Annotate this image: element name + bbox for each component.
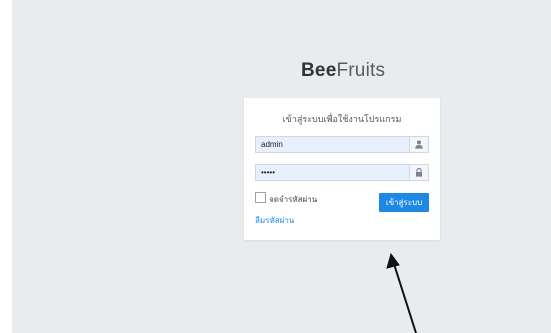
arrow-annotation	[386, 252, 417, 333]
